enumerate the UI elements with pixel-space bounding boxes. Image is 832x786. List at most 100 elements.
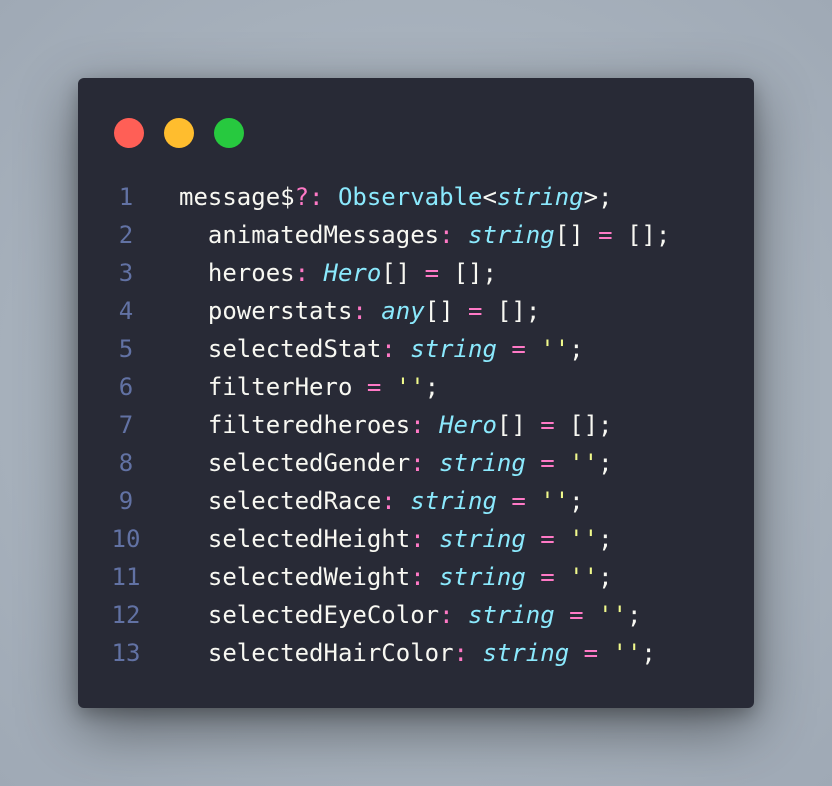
code-token: < — [482, 183, 497, 211]
code-token: ?: — [294, 183, 324, 211]
code-token: []; — [612, 221, 671, 249]
code-token: string — [439, 563, 526, 591]
code-token: [] — [381, 259, 425, 287]
code-token: '' — [598, 601, 627, 629]
code-token: : — [352, 297, 367, 325]
code-text: selectedWeight: string = ''; — [179, 558, 613, 596]
code-text: selectedHairColor: string = ''; — [179, 634, 656, 672]
code-token: '' — [540, 487, 570, 515]
line-number: 2 — [118, 221, 134, 249]
code-line: 5 selectedStat: string = ''; — [78, 330, 754, 368]
code-token: selectedHairColor — [179, 639, 454, 667]
code-token: selectedGender — [179, 449, 411, 477]
code-token: ; — [598, 525, 613, 553]
code-token: string — [468, 601, 555, 629]
code-token: : — [381, 487, 396, 515]
code-token: ; — [569, 335, 584, 363]
code-token: = — [540, 411, 555, 439]
code-token: string — [439, 449, 526, 477]
code-token: : — [410, 525, 425, 553]
code-line: 2 animatedMessages: string[] = []; — [78, 216, 754, 254]
line-number: 7 — [118, 411, 134, 439]
code-token: Hero — [439, 411, 497, 439]
code-token: = — [540, 525, 555, 553]
code-token: = — [540, 563, 555, 591]
line-number: 12 — [111, 601, 141, 629]
code-token: Observable — [337, 183, 483, 211]
code-token: [] — [496, 411, 541, 439]
code-token: selectedRace — [179, 487, 382, 515]
code-token: string — [410, 335, 497, 363]
code-text: message$?: Observable<string>; — [179, 178, 613, 216]
code-token: ; — [626, 601, 642, 629]
line-number: 4 — [118, 297, 134, 325]
code-token: : — [294, 259, 310, 287]
code-token: = — [540, 449, 555, 477]
code-line: 1 message$?: Observable<string>; — [78, 178, 754, 216]
code-token: = — [569, 601, 584, 629]
code-line: 13 selectedHairColor: string = ''; — [78, 634, 754, 672]
code-token: ; — [598, 563, 613, 591]
code-token: : — [410, 563, 425, 591]
code-token: '' — [569, 525, 599, 553]
line-number: 8 — [118, 449, 134, 477]
code-text: selectedHeight: string = ''; — [179, 520, 613, 558]
code-token: = — [511, 335, 526, 363]
code-token: : — [439, 221, 454, 249]
code-token: ; — [569, 487, 584, 515]
code-token: filterHero — [179, 373, 353, 401]
code-token: [] — [554, 221, 599, 249]
code-text: selectedEyeColor: string = ''; — [179, 596, 642, 634]
code-token: message$ — [179, 183, 295, 211]
code-line: 10 selectedHeight: string = ''; — [78, 520, 754, 558]
code-token: = — [424, 259, 440, 287]
line-number: 3 — [118, 259, 134, 287]
code-token: ; — [641, 639, 656, 667]
code-token: '' — [540, 335, 570, 363]
code-line: 9 selectedRace: string = ''; — [78, 482, 754, 520]
minimize-dot-icon[interactable] — [164, 118, 194, 148]
code-token: = — [583, 639, 599, 667]
code-token: [] — [424, 297, 469, 325]
code-text: heroes: Hero[] = []; — [179, 254, 497, 292]
close-dot-icon[interactable] — [114, 118, 144, 148]
code-token: : — [410, 449, 425, 477]
code-token: = — [468, 297, 483, 325]
code-token: string — [482, 639, 570, 667]
code-text: selectedStat: string = ''; — [179, 330, 584, 368]
code-line: 12 selectedEyeColor: string = ''; — [78, 596, 754, 634]
line-number: 6 — [118, 373, 134, 401]
code-token: heroes — [179, 259, 295, 287]
code-line: 7 filteredheroes: Hero[] = []; — [78, 406, 754, 444]
code-token: : — [453, 639, 468, 667]
code-text: selectedRace: string = ''; — [179, 482, 584, 520]
code-token: ; — [598, 449, 613, 477]
code-text: filteredheroes: Hero[] = []; — [179, 406, 613, 444]
line-number: 13 — [111, 639, 141, 667]
maximize-dot-icon[interactable] — [214, 118, 244, 148]
code-text: powerstats: any[] = []; — [179, 292, 540, 330]
line-number: 1 — [118, 183, 134, 211]
code-token: >; — [583, 183, 613, 211]
code-token: any — [381, 297, 425, 325]
code-token: string — [468, 221, 555, 249]
code-token: selectedEyeColor — [179, 601, 440, 629]
